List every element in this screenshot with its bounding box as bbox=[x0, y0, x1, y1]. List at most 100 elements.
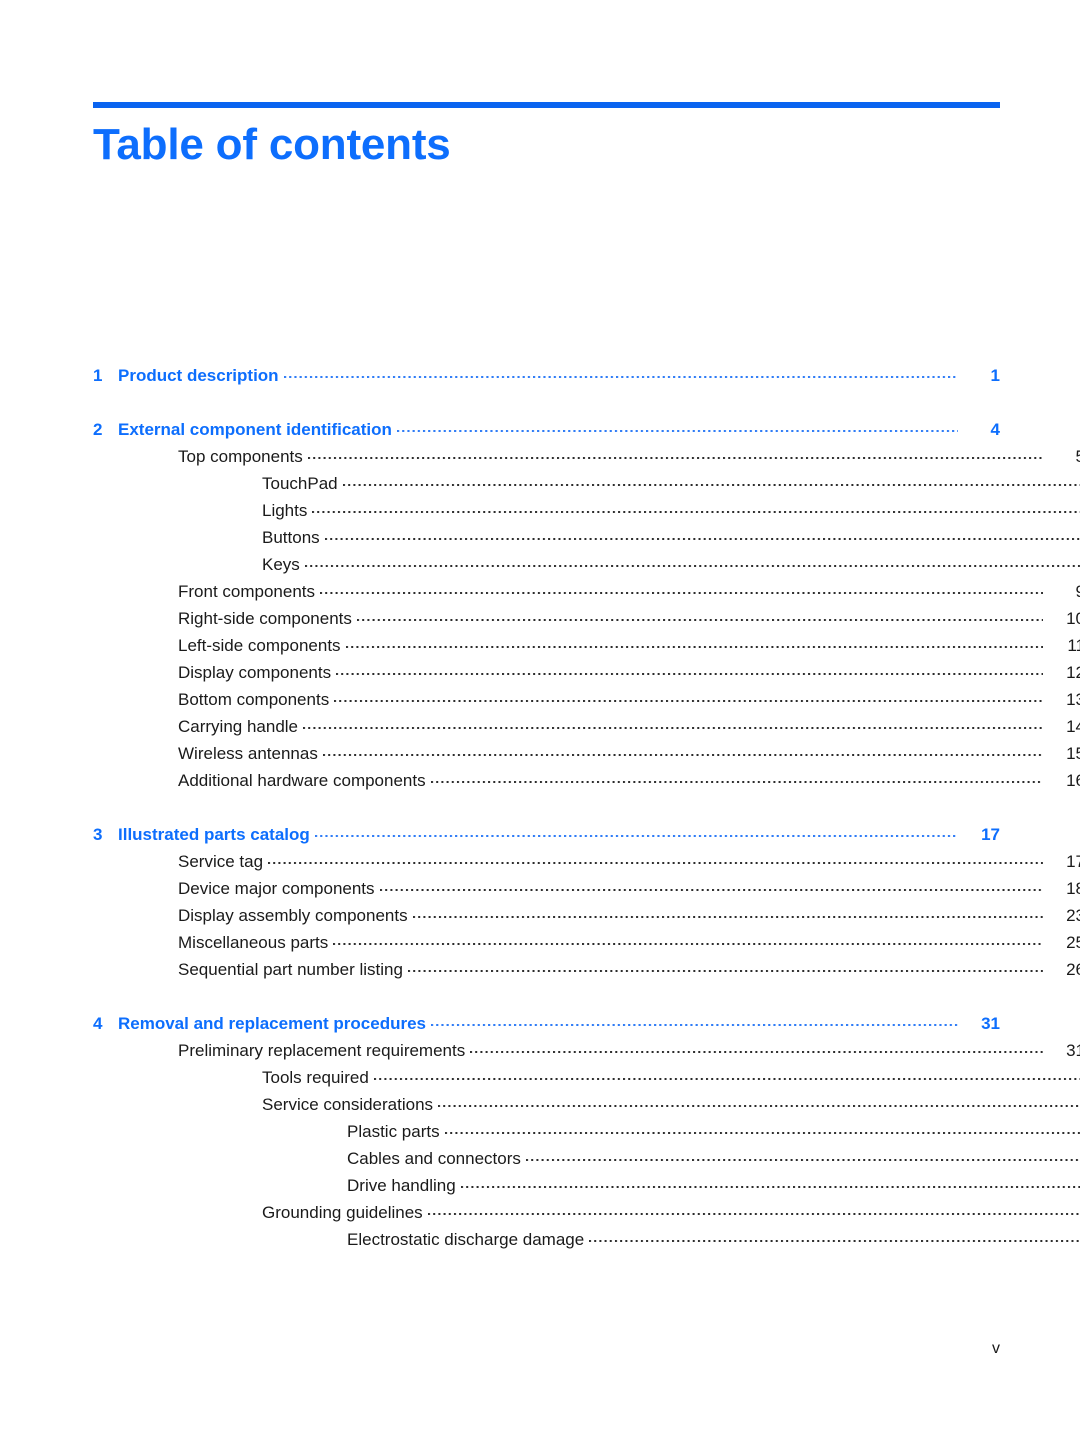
toc-item-miscellaneous-parts[interactable]: Miscellaneous parts 25 bbox=[93, 929, 1080, 956]
dot-leader bbox=[444, 1120, 1080, 1137]
dot-leader bbox=[412, 904, 1043, 921]
toc-chapter-product-description[interactable]: 1 Product description 1 bbox=[93, 362, 1000, 389]
toc-item-grounding-guidelines[interactable]: Grounding guidelines33 bbox=[93, 1199, 1080, 1226]
dot-leader bbox=[324, 526, 1080, 543]
toc-chapter-external-component-identification[interactable]: 2 External component identification 4 bbox=[93, 416, 1000, 443]
dot-leader bbox=[356, 607, 1043, 624]
dot-leader bbox=[342, 472, 1080, 489]
dot-leader bbox=[379, 877, 1043, 894]
toc-entry-label: Service tag bbox=[178, 852, 264, 871]
toc-chapter-number: 3 bbox=[93, 825, 103, 844]
toc-entry-label: Top components bbox=[178, 447, 303, 466]
toc-entry-label: Buttons bbox=[262, 528, 320, 547]
dot-leader bbox=[345, 634, 1043, 651]
page-footer: v bbox=[93, 1340, 1000, 1358]
page-title: Table of contents bbox=[93, 120, 451, 169]
toc-item-bottom-components[interactable]: Bottom components 13 bbox=[93, 686, 1080, 713]
toc-item-right-side-components[interactable]: Right-side components 10 bbox=[93, 605, 1080, 632]
page-heading-block: Table of contents bbox=[93, 102, 1000, 169]
toc-entry-label: External component identification bbox=[118, 420, 392, 439]
toc-item-lights[interactable]: Lights6 bbox=[93, 497, 1080, 524]
dot-leader bbox=[312, 499, 1080, 516]
toc-entry-label: Left-side components bbox=[178, 636, 341, 655]
toc-entry-label: Keys bbox=[262, 555, 300, 574]
toc-entry-label: Cables and connectors bbox=[347, 1149, 521, 1168]
dot-leader bbox=[438, 1093, 1080, 1110]
toc-chapter-number: 2 bbox=[93, 420, 103, 439]
dot-leader bbox=[334, 688, 1043, 705]
toc-entry-page-number: 31 bbox=[1066, 1041, 1080, 1060]
toc-item-tools-required[interactable]: Tools required31 bbox=[93, 1064, 1080, 1091]
dot-leader bbox=[333, 931, 1043, 948]
toc-item-cables-and-connectors[interactable]: Cables and connectors31 bbox=[93, 1145, 1080, 1172]
toc-item-front-components[interactable]: Front components 9 bbox=[93, 578, 1080, 605]
toc-item-sequential-part-number-listing[interactable]: Sequential part number listing 26 bbox=[93, 956, 1080, 983]
toc-entry-label: Display components bbox=[178, 663, 332, 682]
toc-entry-label: Miscellaneous parts bbox=[178, 933, 329, 952]
toc-item-display-assembly-components[interactable]: Display assembly components 23 bbox=[93, 902, 1080, 929]
toc-item-touchpad[interactable]: TouchPad5 bbox=[93, 470, 1080, 497]
dot-leader bbox=[283, 364, 958, 381]
toc-entry-label: Right-side components bbox=[178, 609, 352, 628]
toc-entry-page-number: 12 bbox=[1066, 663, 1080, 682]
toc-entry-page-number: 16 bbox=[1066, 771, 1080, 790]
toc-entry-page-number: 11 bbox=[1067, 636, 1080, 655]
toc-item-buttons[interactable]: Buttons7 bbox=[93, 524, 1080, 551]
dot-leader bbox=[303, 715, 1043, 732]
toc-item-plastic-parts[interactable]: Plastic parts31 bbox=[93, 1118, 1080, 1145]
toc-entry-label: Tools required bbox=[262, 1068, 369, 1087]
dot-leader bbox=[470, 1039, 1043, 1056]
footer-page-number: v bbox=[992, 1340, 1000, 1357]
toc-entry-page-number: 31 bbox=[981, 1014, 1000, 1033]
toc-item-carrying-handle[interactable]: Carrying handle 14 bbox=[93, 713, 1080, 740]
toc-chapter-number: 4 bbox=[93, 1014, 103, 1033]
toc-entry-label: Drive handling bbox=[347, 1176, 456, 1195]
toc-entry-label: Plastic parts bbox=[347, 1122, 440, 1141]
toc-item-drive-handling[interactable]: Drive handling32 bbox=[93, 1172, 1080, 1199]
toc-entry-page-number: 23 bbox=[1066, 906, 1080, 925]
toc-item-additional-hardware-components[interactable]: Additional hardware components 16 bbox=[93, 767, 1080, 794]
toc-entry-label: Sequential part number listing bbox=[178, 960, 403, 979]
dot-leader bbox=[407, 958, 1043, 975]
toc-entry-page-number: 1 bbox=[990, 366, 1000, 385]
toc-entry-page-number: 13 bbox=[1066, 690, 1080, 709]
dot-leader bbox=[320, 580, 1043, 597]
dot-leader bbox=[322, 742, 1043, 759]
toc-entry-page-number: 15 bbox=[1066, 744, 1080, 763]
toc-entry-label: Display assembly components bbox=[178, 906, 408, 925]
toc-item-preliminary-replacement-requirements[interactable]: Preliminary replacement requirements 31 bbox=[93, 1037, 1080, 1064]
dot-leader bbox=[268, 850, 1043, 867]
toc-item-service-considerations[interactable]: Service considerations31 bbox=[93, 1091, 1080, 1118]
toc-entry-page-number: 14 bbox=[1066, 717, 1080, 736]
toc-item-wireless-antennas[interactable]: Wireless antennas 15 bbox=[93, 740, 1080, 767]
dot-leader bbox=[430, 769, 1043, 786]
toc-chapter-removal-and-replacement-procedures[interactable]: 4 Removal and replacement procedures 31 bbox=[93, 1010, 1000, 1037]
toc-item-left-side-components[interactable]: Left-side components 11 bbox=[93, 632, 1080, 659]
toc-entry-page-number: 10 bbox=[1066, 609, 1080, 628]
toc-entry-label: Front components bbox=[178, 582, 316, 601]
toc-chapter-illustrated-parts-catalog[interactable]: 3 Illustrated parts catalog 17 bbox=[93, 821, 1000, 848]
toc-entry-label: Service considerations bbox=[262, 1095, 434, 1114]
toc-item-service-tag[interactable]: Service tag 17 bbox=[93, 848, 1080, 875]
document-page: Table of contents 1 Product description 1 2… bbox=[0, 0, 1080, 1437]
toc-entry-page-number: 17 bbox=[981, 825, 1000, 844]
dot-leader bbox=[525, 1147, 1080, 1164]
toc-item-keys[interactable]: Keys8 bbox=[93, 551, 1080, 578]
toc-entry-label: Illustrated parts catalog bbox=[118, 825, 310, 844]
toc-entry-label: Removal and replacement procedures bbox=[118, 1014, 427, 1033]
toc-item-electrostatic-discharge-damage[interactable]: Electrostatic discharge damage33 bbox=[93, 1226, 1080, 1253]
toc-item-display-components[interactable]: Display components 12 bbox=[93, 659, 1080, 686]
table-of-contents: 1 Product description 1 2 External component… bbox=[93, 362, 1080, 1253]
toc-entry-label: Wireless antennas bbox=[178, 744, 318, 763]
dot-leader bbox=[304, 553, 1080, 570]
dot-leader bbox=[589, 1228, 1080, 1245]
toc-entry-label: Product description bbox=[118, 366, 279, 385]
toc-entry-page-number: 5 bbox=[1047, 443, 1080, 470]
toc-entry-label: Grounding guidelines bbox=[262, 1203, 423, 1222]
toc-entry-label: Additional hardware components bbox=[178, 771, 426, 790]
toc-entry-page-number: 26 bbox=[1066, 960, 1080, 979]
toc-entry-label: Lights bbox=[262, 501, 308, 520]
toc-item-top-components[interactable]: Top components 5 bbox=[93, 443, 1080, 470]
toc-item-device-major-components[interactable]: Device major components 18 bbox=[93, 875, 1080, 902]
dot-leader bbox=[307, 445, 1043, 462]
